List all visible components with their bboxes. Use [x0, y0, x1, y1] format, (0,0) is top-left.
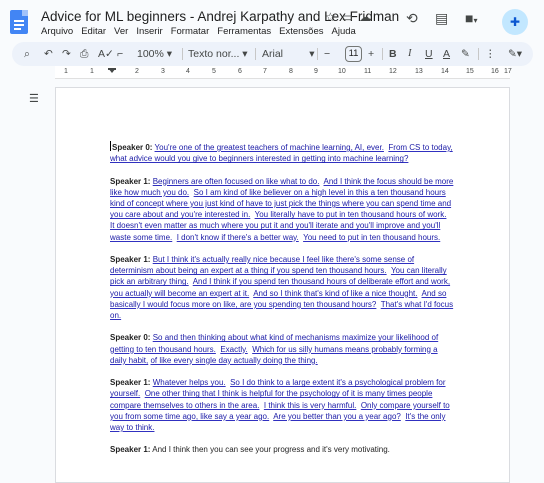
document-outline-icon[interactable]: ☰	[29, 92, 39, 105]
speaker-label: Speaker 0:	[112, 143, 153, 152]
paragraph: Speaker 1: But I think it's actually rea…	[110, 255, 454, 321]
paragraph: Speaker 1: Beginners are often focused o…	[110, 176, 454, 242]
menu-ferramentas[interactable]: Ferramentas	[217, 26, 271, 37]
redo-icon[interactable]: ↷	[62, 47, 71, 61]
zoom-select[interactable]: 100% ▾	[137, 47, 172, 61]
paragraph: Speaker 1: Whatever helps you. So I do t…	[110, 378, 450, 433]
menu-ajuda[interactable]: Ajuda	[332, 26, 356, 37]
bold-button[interactable]: B	[389, 47, 397, 61]
italic-button[interactable]: I	[408, 47, 412, 61]
move-folder-icon[interactable]: ▭	[342, 10, 353, 24]
cloud-status-icon[interactable]: ☁	[359, 10, 371, 24]
menu-editar[interactable]: Editar	[81, 26, 106, 37]
font-size-input[interactable]: 11	[345, 46, 362, 62]
text-color-button[interactable]: A	[443, 47, 450, 61]
editing-mode-icon[interactable]: ✎▾	[508, 47, 522, 61]
speaker-label: Speaker 1:	[110, 176, 151, 186]
history-icon[interactable]: ⟲	[406, 10, 418, 27]
undo-icon[interactable]: ↶	[44, 47, 53, 61]
toolbar: ⌕ ↶ ↷ ⎙ A✓ ⌐ 100% ▾ Texto nor... ▾ Arial…	[12, 42, 533, 66]
decrease-font-size-button[interactable]: −	[324, 47, 330, 61]
font-select[interactable]: Arial ▾	[262, 47, 315, 61]
menu-formatar[interactable]: Formatar	[171, 26, 210, 37]
paragraph: Speaker 0: You're one of the greatest te…	[110, 141, 453, 164]
speaker-label: Speaker 1:	[110, 378, 151, 388]
menu-bar: Arquivo Editar Ver Inserir Formatar Ferr…	[41, 26, 356, 37]
speaker-label: Speaker 0:	[110, 333, 151, 343]
spellcheck-icon[interactable]: A✓	[98, 47, 114, 61]
search-icon[interactable]: ⌕	[24, 47, 30, 61]
text-cursor	[110, 141, 111, 151]
share-avatar-button[interactable]: ✚	[502, 9, 528, 35]
menu-arquivo[interactable]: Arquivo	[41, 26, 73, 37]
style-select[interactable]: Texto nor... ▾	[188, 47, 248, 61]
document-body[interactable]: Speaker 0: You're one of the greatest te…	[110, 141, 455, 467]
menu-inserir[interactable]: Inserir	[136, 26, 162, 37]
first-line-indent-marker[interactable]	[108, 68, 116, 70]
meet-icon[interactable]: ■▾	[465, 10, 477, 26]
menu-extensoes[interactable]: Extensões	[279, 26, 323, 37]
speaker-label: Speaker 1:	[110, 445, 151, 455]
paragraph: Speaker 1: And I think then you can see …	[110, 445, 390, 455]
more-options-icon[interactable]: ⋮	[485, 47, 496, 61]
menu-ver[interactable]: Ver	[114, 26, 128, 37]
print-icon[interactable]: ⎙	[80, 47, 88, 61]
ruler[interactable]: 1 1 2 3 4 5 6 7 8 9 10 11 12 13 14 15 16…	[55, 66, 512, 79]
star-icon[interactable]: ☆	[325, 10, 336, 24]
speaker-label: Speaker 1:	[110, 255, 151, 264]
highlight-icon[interactable]: ✎	[461, 47, 470, 61]
underline-button[interactable]: U	[425, 47, 433, 61]
increase-font-size-button[interactable]: +	[368, 47, 374, 61]
docs-logo-icon[interactable]	[10, 10, 28, 34]
comments-icon[interactable]: ▤	[435, 10, 448, 27]
paragraph: Speaker 0: So and then thinking about wh…	[110, 333, 439, 365]
paint-format-icon[interactable]: ⌐	[117, 47, 123, 61]
